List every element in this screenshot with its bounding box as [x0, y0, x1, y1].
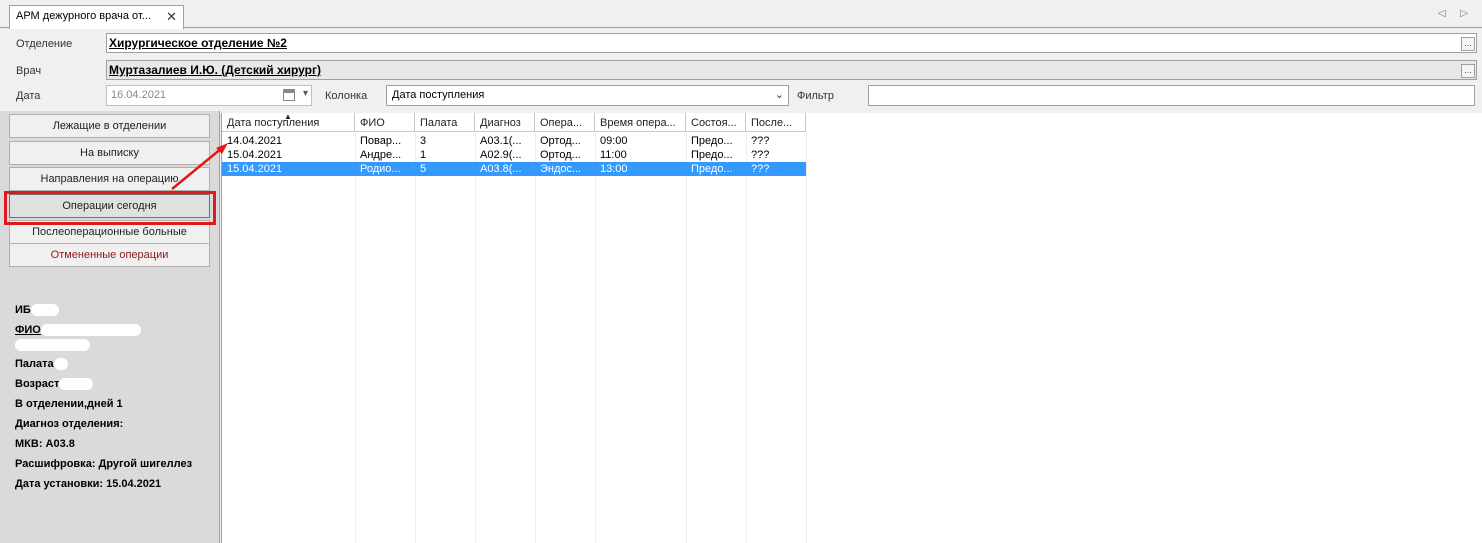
patient-fio: ФИО — [15, 324, 141, 337]
filter-input[interactable] — [868, 85, 1475, 106]
cell-ward: 1 — [420, 149, 427, 161]
column-select-value: Дата поступления — [392, 89, 485, 101]
department-picker-button[interactable]: ... — [1461, 37, 1475, 51]
date-label: Дата — [16, 90, 41, 102]
grid-header: ▲ Дата поступления ФИО Палата Диагноз Оп… — [222, 113, 806, 132]
grid-line — [686, 133, 687, 543]
col-state[interactable]: Состоя... — [686, 113, 746, 132]
patient-extra — [15, 339, 90, 352]
cell-state: Предо... — [691, 135, 733, 147]
cell-time: 09:00 — [600, 135, 628, 147]
grid-line — [595, 133, 596, 543]
cell-operation: Ортод... — [540, 135, 581, 147]
cell-operation: Ортод... — [540, 149, 581, 161]
table-row[interactable]: 15.04.2021 Андре... 1 A02.9(... Ортод...… — [222, 148, 806, 162]
grid-line — [746, 133, 747, 543]
tab-title: АРМ дежурного врача от... — [16, 10, 151, 22]
col-operation[interactable]: Опера... — [535, 113, 595, 132]
patient-ward: Палата — [15, 358, 68, 371]
grid-line — [535, 133, 536, 543]
patient-ib: ИБ — [15, 304, 59, 317]
patient-date-set: Дата установки: 15.04.2021 — [15, 478, 162, 490]
left-panel: Лежащие в отделении На выписку Направлен… — [0, 111, 220, 543]
cell-post: ??? — [751, 149, 770, 161]
nav-operation-referrals[interactable]: Направления на операцию — [9, 167, 210, 191]
chevron-down-icon[interactable]: ⌄ — [775, 88, 784, 101]
cell-ward: 5 — [420, 163, 427, 175]
cell-diagnosis: A02.9(... — [480, 149, 522, 161]
table-row-selected[interactable]: 15.04.2021 Родио... 5 A03.8(... Эндос...… — [222, 162, 806, 176]
cell-fio: Родио... — [360, 163, 401, 175]
department-label: Отделение — [16, 38, 73, 50]
highlight-box — [4, 191, 216, 225]
department-field[interactable]: Хирургическое отделение №2 ... — [106, 33, 1477, 53]
col-post[interactable]: После... — [746, 113, 806, 132]
col-admission-date[interactable]: ▲ Дата поступления — [222, 113, 355, 132]
patients-grid[interactable]: ▲ Дата поступления ФИО Палата Диагноз Оп… — [221, 113, 1482, 543]
nav-discharge[interactable]: На выписку — [9, 141, 210, 165]
table-row[interactable]: 14.04.2021 Повар... 3 A03.1(... Ортод...… — [222, 134, 806, 148]
patient-decode: Расшифровка: Другой шигеллез — [15, 458, 193, 470]
doctor-picker-button[interactable]: ... — [1461, 64, 1475, 78]
cell-date: 15.04.2021 — [227, 163, 283, 175]
column-label: Колонка — [325, 90, 368, 102]
grid-line — [806, 133, 807, 543]
col-ward[interactable]: Палата — [415, 113, 475, 132]
doctor-field[interactable]: Муртазалиев И.Ю. (Детский хирург) ... — [106, 60, 1477, 80]
cell-state: Предо... — [691, 163, 733, 175]
col-diagnosis[interactable]: Диагноз — [475, 113, 535, 132]
tab-strip: АРМ дежурного врача от... ✕ ◁ ▷ — [0, 0, 1482, 29]
doctor-value: Муртазалиев И.Ю. (Детский хирург) — [109, 63, 322, 77]
patient-days: В отделении,дней 1 — [15, 398, 123, 410]
cell-date: 14.04.2021 — [227, 135, 283, 147]
cell-post: ??? — [751, 135, 770, 147]
chevron-down-icon[interactable]: ▾ — [303, 88, 308, 99]
calendar-icon[interactable] — [283, 89, 295, 101]
nav-cancelled-operations[interactable]: Отмененные операции — [9, 243, 210, 267]
cell-date: 15.04.2021 — [227, 149, 283, 161]
cell-time: 13:00 — [600, 163, 628, 175]
cell-diagnosis: A03.8(... — [480, 163, 522, 175]
col-operation-time[interactable]: Время опера... — [595, 113, 686, 132]
close-icon[interactable]: ✕ — [166, 9, 177, 25]
filter-label: Фильтр — [797, 90, 834, 102]
patient-mkb: МКВ: A03.8 — [15, 438, 75, 450]
patient-age: Возраст — [15, 378, 94, 391]
cell-operation: Эндос... — [540, 163, 582, 175]
cell-fio: Андре... — [360, 149, 402, 161]
date-value: 16.04.2021 — [111, 89, 167, 101]
doctor-label: Врач — [16, 65, 42, 77]
grid-line — [415, 133, 416, 543]
date-picker[interactable]: 16.04.2021 ▾ — [106, 85, 312, 106]
grid-line — [355, 133, 356, 543]
cell-diagnosis: A03.1(... — [480, 135, 522, 147]
cell-state: Предо... — [691, 149, 733, 161]
cell-post: ??? — [751, 163, 770, 175]
sort-asc-icon: ▲ — [284, 113, 292, 121]
cell-ward: 3 — [420, 135, 427, 147]
patient-diagnosis: Диагноз отделения: — [15, 418, 124, 430]
grid-line — [475, 133, 476, 543]
department-value: Хирургическое отделение №2 — [109, 36, 287, 50]
cell-fio: Повар... — [360, 135, 402, 147]
nav-in-department[interactable]: Лежащие в отделении — [9, 114, 210, 138]
cell-time: 11:00 — [600, 149, 627, 161]
col-fio[interactable]: ФИО — [355, 113, 415, 132]
column-select[interactable]: Дата поступления ⌄ — [386, 85, 789, 106]
tab-arm[interactable]: АРМ дежурного врача от... ✕ — [9, 5, 184, 29]
tab-scroll-icons[interactable]: ◁ ▷ — [1438, 8, 1474, 19]
